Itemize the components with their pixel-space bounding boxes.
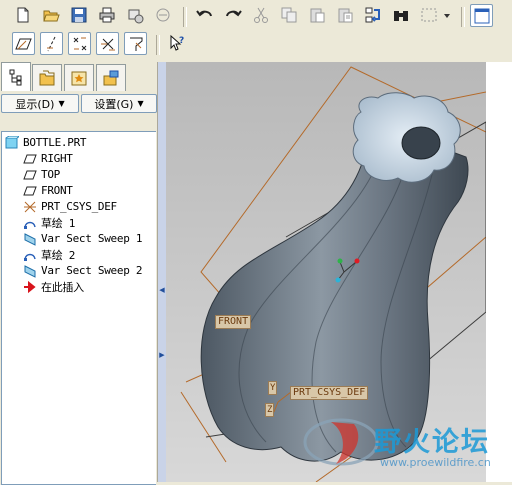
cut-icon[interactable] — [250, 4, 272, 26]
redo-icon[interactable] — [222, 4, 244, 26]
tree-item-prt-csys-def[interactable]: PRT_CSYS_DEF — [23, 199, 117, 214]
new-file-icon[interactable] — [12, 4, 34, 26]
paste-icon[interactable] — [306, 4, 328, 26]
tab-favorites[interactable] — [64, 64, 94, 91]
datum-toolbar: ? — [0, 32, 512, 59]
tree-item-sketch-1[interactable]: 草绘 1 — [23, 215, 75, 230]
tree-item-label: Var Sect Sweep 2 — [41, 264, 143, 277]
datum-point-display-icon[interactable] — [68, 32, 91, 55]
tree-item-top[interactable]: TOP — [23, 167, 60, 182]
tree-item-var-sect-sweep-1[interactable]: Var Sect Sweep 1 — [23, 231, 142, 246]
navigator-panel: 显示(D) ▼ 设置(G) ▼ BOTTLE.PRT RIGHT TOP FRO… — [0, 62, 157, 485]
tree-item-right[interactable]: RIGHT — [23, 151, 73, 166]
tree-item-label: 在此插入 — [41, 280, 84, 294]
tab-model-tree[interactable] — [1, 62, 31, 91]
datum-axis-display-icon[interactable] — [40, 32, 63, 55]
expand-right-icon[interactable]: ▶ — [159, 347, 165, 363]
tab-connections[interactable] — [96, 64, 126, 91]
toolbar-separator — [461, 7, 465, 27]
undo-icon[interactable] — [194, 4, 216, 26]
settings-dropdown-label: 设置(G) — [94, 97, 134, 111]
print-icon[interactable] — [96, 4, 118, 26]
find-binoculars-icon[interactable] — [390, 4, 412, 26]
settings-dropdown[interactable]: 设置(G) ▼ — [81, 94, 157, 113]
regenerate-icon[interactable] — [362, 4, 384, 26]
csys-datum-label[interactable]: PRT_CSYS_DEF — [290, 386, 369, 400]
datum-plane-icon — [23, 170, 37, 179]
datum-plane-icon — [23, 186, 37, 195]
copy-icon[interactable] — [278, 4, 300, 26]
toolbar-separator — [156, 35, 160, 55]
open-folder-icon[interactable] — [40, 4, 62, 26]
mail-attach-icon[interactable] — [152, 4, 174, 26]
sweep-icon — [24, 264, 36, 278]
send-mail-icon[interactable] — [124, 4, 146, 26]
tree-item-label: FRONT — [41, 184, 73, 197]
watermark-url: www.proewildfire.cn — [380, 456, 491, 469]
chevron-down-icon: ▼ — [137, 99, 144, 108]
insert-here-icon — [24, 280, 36, 293]
tree-item-front[interactable]: FRONT — [23, 183, 73, 198]
sketch-icon — [24, 253, 36, 261]
annotation-display-icon[interactable] — [124, 32, 147, 55]
tree-item-label: PRT_CSYS_DEF — [41, 200, 117, 213]
tree-item-var-sect-sweep-2[interactable]: Var Sect Sweep 2 — [23, 263, 142, 278]
save-icon[interactable] — [68, 4, 90, 26]
tree-item-label: TOP — [41, 168, 60, 181]
selection-box-icon[interactable] — [418, 4, 440, 26]
axis-y-label: Y — [268, 381, 278, 395]
toolbar-separator — [183, 7, 187, 27]
collapse-left-icon[interactable]: ◀ — [159, 282, 165, 298]
main-toolbar — [0, 4, 512, 31]
datum-plane-icon — [23, 154, 37, 163]
csys-display-icon[interactable] — [96, 32, 119, 55]
context-help-icon[interactable]: ? — [166, 32, 188, 54]
selection-dropdown-icon[interactable] — [441, 4, 453, 26]
watermark-title: 野火论坛 — [374, 427, 490, 458]
bottle-opening — [401, 126, 441, 160]
chevron-down-icon: ▼ — [58, 99, 65, 108]
paste-special-icon[interactable] — [334, 4, 356, 26]
model-tree: BOTTLE.PRT RIGHT TOP FRONT PRT_CSYS_DEF … — [1, 131, 156, 485]
tree-item-label: 草绘 1 — [41, 216, 76, 230]
datum-plane-display-icon[interactable] — [12, 32, 35, 55]
part-icon — [5, 135, 19, 148]
display-dropdown-label: 显示(D) — [15, 97, 55, 111]
front-datum-label[interactable]: FRONT — [215, 315, 252, 329]
tree-item-label: RIGHT — [41, 152, 73, 165]
sweep-icon — [24, 232, 36, 246]
model-3d-view — [166, 62, 486, 482]
tree-item-label: Var Sect Sweep 1 — [41, 232, 143, 245]
tree-item-bottle-prt[interactable]: BOTTLE.PRT — [5, 135, 87, 150]
display-dropdown[interactable]: 显示(D) ▼ — [1, 94, 79, 113]
graphics-window[interactable]: FRONT PRT_CSYS_DEF Y Z — [166, 62, 486, 482]
tab-folder-browser[interactable] — [32, 64, 62, 91]
window-icon[interactable] — [470, 4, 493, 27]
sketch-icon — [24, 221, 36, 229]
axis-z-label: Z — [265, 403, 275, 417]
tree-item-label: 草绘 2 — [41, 248, 76, 262]
tree-item-sketch-2[interactable]: 草绘 2 — [23, 247, 75, 262]
right-toolbar-strip — [486, 62, 512, 482]
csys-icon — [24, 201, 36, 212]
svg-text:?: ? — [179, 36, 184, 46]
tree-item-label: BOTTLE.PRT — [23, 136, 87, 149]
tree-item-insert-here[interactable]: 在此插入 — [23, 279, 84, 294]
